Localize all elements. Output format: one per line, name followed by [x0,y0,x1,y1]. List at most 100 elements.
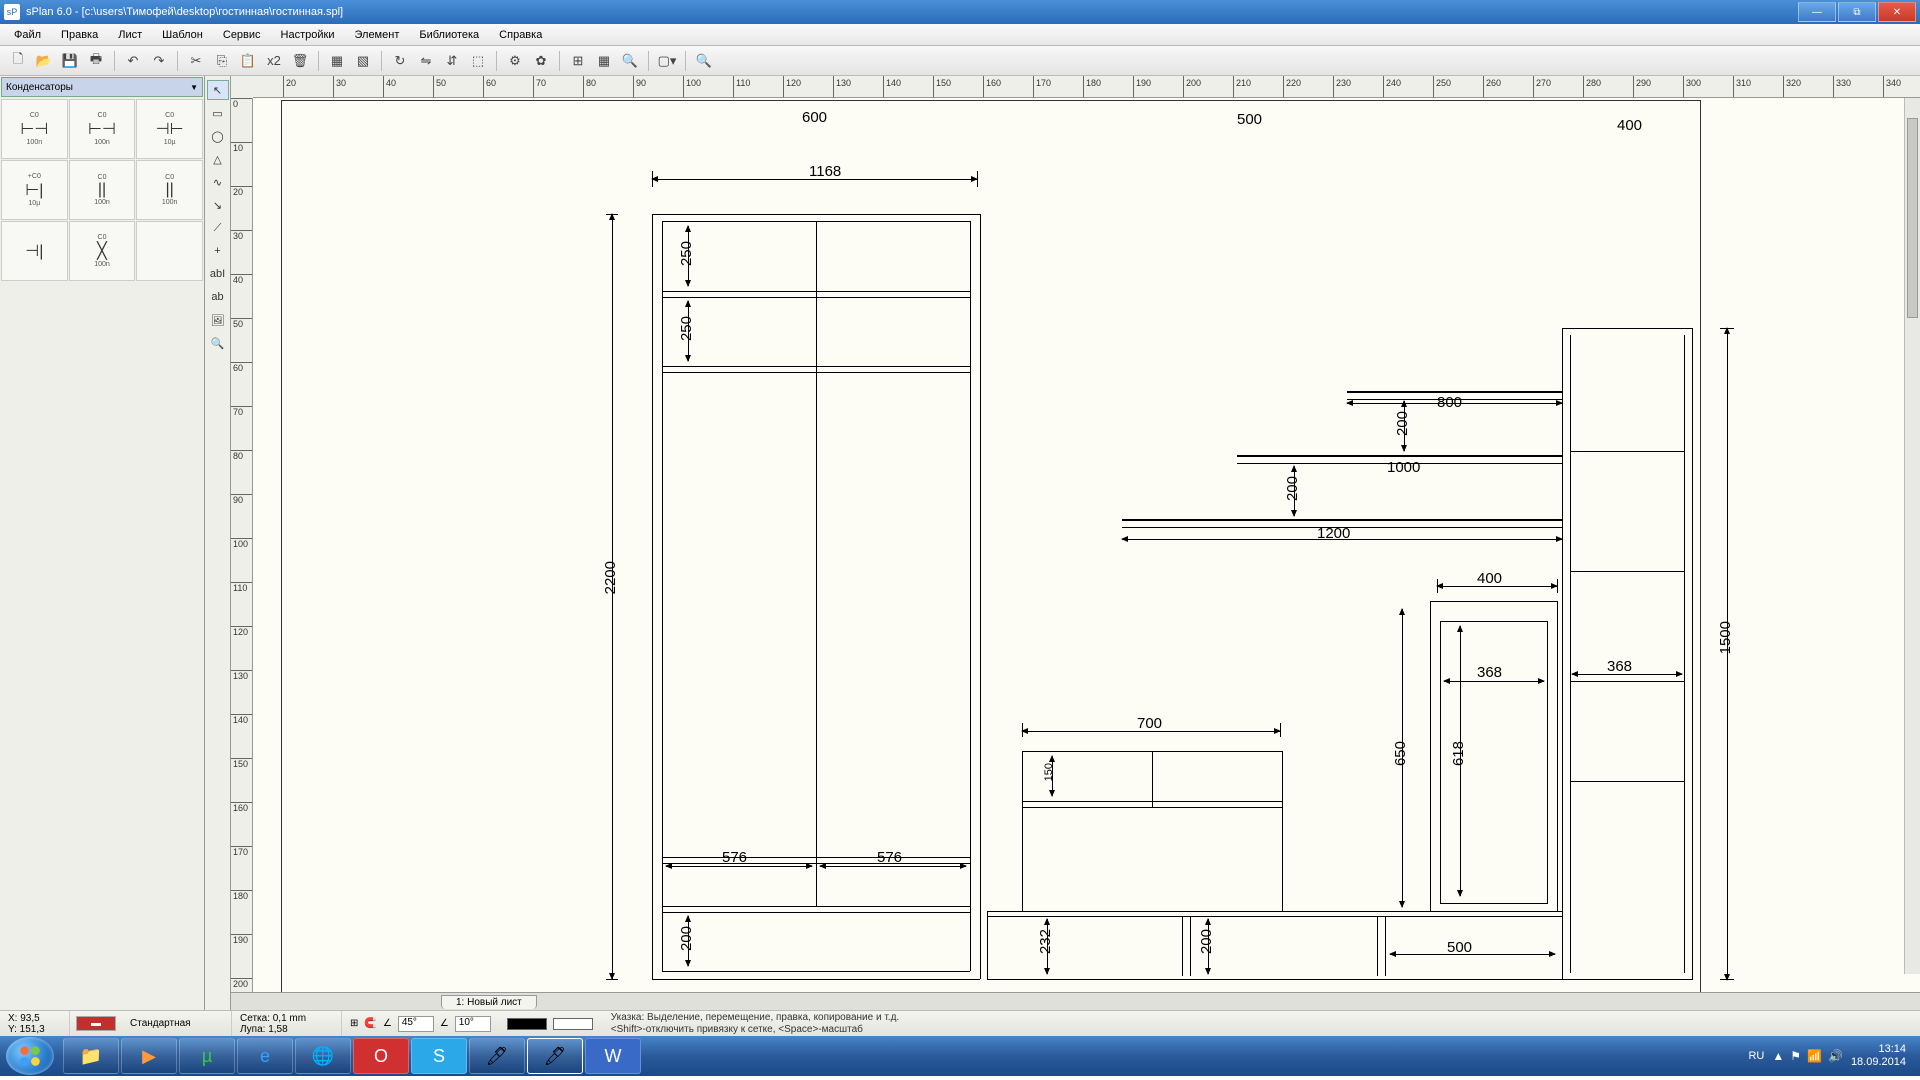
menu-Библиотека[interactable]: Библиотека [409,26,489,44]
dim-label: 400 [1477,570,1502,587]
new-file-button[interactable]: 🗋 [6,49,30,73]
grid-info: Сетка: 0,1 mm [240,1013,333,1024]
hint-line2: <Shift>-отключить привязку к сетке, <Spa… [611,1024,1910,1036]
minimize-button[interactable]: — [1798,2,1836,22]
print-button[interactable]: 🖶 [84,49,108,73]
library-component[interactable]: C0||100n [69,160,136,220]
tray-clock[interactable]: 13:14 18.09.2014 [1851,1043,1906,1069]
snap-button[interactable]: ⊞ [566,49,590,73]
task-wmp[interactable]: ▶ [121,1038,177,1074]
fill-color-swatch[interactable] [553,1018,593,1030]
task-ie[interactable]: e [237,1038,293,1074]
tool-button[interactable]: ∿ [207,172,229,192]
library-component[interactable] [136,221,203,281]
tray-up-icon[interactable]: ▲ [1772,1049,1784,1063]
tool-button[interactable]: ↖ [207,80,229,100]
tool-button[interactable]: ▭ [207,103,229,123]
line-color-swatch[interactable] [507,1018,547,1030]
hint-line1: Указка: Выделение, перемещение, правка, … [611,1012,1910,1024]
library-component[interactable]: C0╳100n [69,221,136,281]
library-component[interactable]: C0⊢⊣100n [1,99,68,159]
windows-taskbar: 📁 ▶ µ e 🌐 O S 🖊 🖊 W RU ▲ ⚑ 📶 🔊 13:14 18.… [0,1036,1920,1076]
task-utorrent[interactable]: µ [179,1038,235,1074]
task-skype[interactable]: S [411,1038,467,1074]
menu-Справка[interactable]: Справка [489,26,552,44]
task-word[interactable]: W [585,1038,641,1074]
open-file-button[interactable]: 📂 [32,49,56,73]
menu-Правка[interactable]: Правка [51,26,108,44]
component-button[interactable]: ⚙ [503,49,527,73]
app-icon: sP [4,4,20,20]
dim-label: 500 [1447,939,1472,956]
task-explorer[interactable]: 📁 [63,1038,119,1074]
tool-button[interactable]: ↘ [207,195,229,215]
maximize-button[interactable]: ⧉ [1838,2,1876,22]
dim-label: 1500 [1717,621,1734,654]
menu-Сервис[interactable]: Сервис [213,26,271,44]
tool-button[interactable]: ab [207,287,229,307]
menu-Настройки[interactable]: Настройки [271,26,345,44]
dim-label: 200 [678,926,695,951]
angle1-input[interactable]: 45° [398,1016,434,1032]
grid-toggle-button[interactable]: ▦ [592,49,616,73]
mirror-v-button[interactable]: ⇵ [440,49,464,73]
task-chrome[interactable]: 🌐 [295,1038,351,1074]
library-component[interactable]: C0⊣⊢10µ [136,99,203,159]
library-component[interactable]: C0⊢⊣100n [69,99,136,159]
start-button[interactable] [6,1037,54,1075]
cut-button[interactable]: ✂ [184,49,208,73]
library-component[interactable]: +C0⊢|10µ [1,160,68,220]
tool-button[interactable]: 🖼 [207,310,229,330]
tray-network-icon[interactable]: 📶 [1807,1049,1822,1063]
drawing-canvas[interactable]: 600 500 400 1168 [253,98,1920,992]
menu-Шаблон[interactable]: Шаблон [152,26,213,44]
library-component[interactable]: ⊣| [1,221,68,281]
menu-bar: ФайлПравкаЛистШаблонСервисНастройкиЭлеме… [0,24,1920,46]
zoom-button[interactable]: 🔍 [692,49,716,73]
paste-button[interactable]: 📋 [236,49,260,73]
tray-lang[interactable]: RU [1748,1050,1764,1062]
mirror-h-button[interactable]: ⇋ [414,49,438,73]
redo-button[interactable]: ↷ [147,49,171,73]
task-opera[interactable]: O [353,1038,409,1074]
angle2-input[interactable]: 10° [455,1016,491,1032]
menu-Лист[interactable]: Лист [108,26,152,44]
page-button[interactable]: ▢▾ [655,49,679,73]
dim-label: 1000 [1387,459,1420,476]
tool-button[interactable]: 🔍 [207,333,229,353]
task-splan[interactable]: 🖊 [527,1038,583,1074]
duplicate-button[interactable]: x2 [262,49,286,73]
menu-Элемент[interactable]: Элемент [344,26,409,44]
dim-label: 800 [1437,394,1462,411]
tray-volume-icon[interactable]: 🔊 [1828,1049,1843,1063]
delete-button[interactable]: 🗑 [288,49,312,73]
undo-button[interactable]: ↶ [121,49,145,73]
library-component[interactable]: C0||100n [136,160,203,220]
grid-icon[interactable]: ⊞ [350,1018,358,1029]
gear-button[interactable]: ✿ [529,49,553,73]
front-button[interactable]: ▦ [325,49,349,73]
tool-button[interactable]: abI [207,264,229,284]
close-button[interactable]: ✕ [1878,2,1916,22]
tool-button[interactable]: △ [207,149,229,169]
task-paint[interactable]: 🖊 [469,1038,525,1074]
tray-flag-icon[interactable]: ⚑ [1790,1049,1801,1063]
menu-Файл[interactable]: Файл [4,26,51,44]
lang-indicator[interactable]: ▬ [76,1016,116,1031]
search-button[interactable]: 🔍 [618,49,642,73]
vertical-scrollbar[interactable] [1904,98,1920,974]
dim-label: 400 [1617,117,1642,134]
tool-button[interactable]: ◯ [207,126,229,146]
sheet-tab[interactable]: 1: Новый лист [441,995,537,1009]
save-file-button[interactable]: 💾 [58,49,82,73]
tool-button[interactable]: ⟋ [207,218,229,238]
copy-button[interactable]: ⎘ [210,49,234,73]
angle-icon: ∠ [383,1018,392,1029]
back-button[interactable]: ▧ [351,49,375,73]
view-mode[interactable]: Стандартная [122,1011,232,1036]
group-button[interactable]: ⬚ [466,49,490,73]
magnet-icon[interactable]: 🧲 [364,1018,376,1029]
rotate-button[interactable]: ↻ [388,49,412,73]
library-category-combo[interactable]: Конденсаторы [1,77,203,97]
tool-button[interactable]: + [207,241,229,261]
